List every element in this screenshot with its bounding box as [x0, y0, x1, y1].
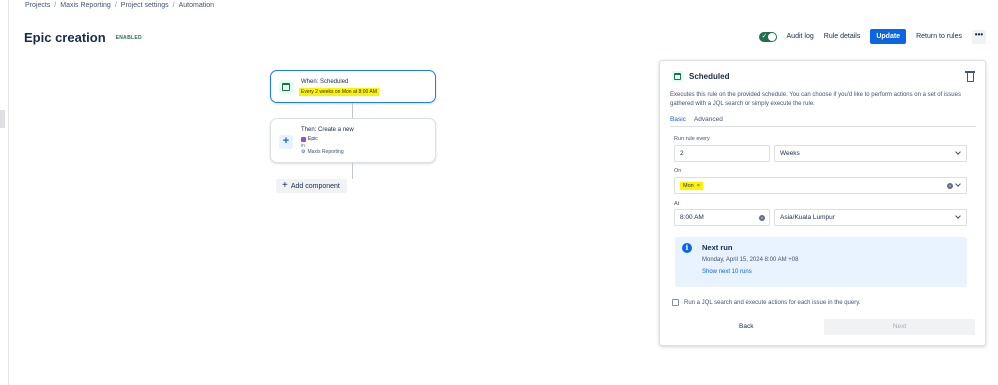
trigger-title: When: Scheduled	[301, 79, 349, 85]
next-run-title: Next run	[702, 243, 733, 252]
action-node[interactable]: + Then: Create a new Epic in ⚙ Maxis Repo…	[270, 118, 436, 163]
issue-type: Epic	[301, 136, 318, 142]
trigger-detail: Every 2 weeks on Mon at 8:00 AM	[299, 88, 379, 96]
on-label: On	[674, 168, 682, 174]
calendar-icon	[672, 71, 683, 82]
breadcrumb-automation[interactable]: Automation	[179, 2, 214, 9]
schedule-panel: Scheduled Executes this rule on the prov…	[659, 60, 986, 346]
jql-checkbox[interactable]	[672, 299, 679, 306]
at-label: At	[674, 201, 680, 207]
breadcrumb: Projects / Maxis Reporting / Project setti…	[25, 2, 215, 9]
title-row: Epic creation ENABLED	[24, 30, 144, 45]
connector-line	[352, 103, 353, 118]
jql-checkbox-label: Run a JQL search and execute actions for…	[684, 299, 861, 306]
left-sidebar-edge	[0, 0, 9, 385]
interval-unit-select[interactable]: Weeks	[774, 145, 967, 162]
run-rule-every-label: Run rule every	[674, 136, 710, 142]
tab-divider	[670, 126, 976, 127]
selected-day-tag[interactable]: Mon ×	[680, 181, 703, 190]
chevron-down-icon	[955, 149, 961, 155]
show-next-runs-link[interactable]: Show next 10 runs	[702, 269, 752, 275]
project-icon: ⚙	[301, 149, 306, 155]
top-actions: ✓ Audit log Rule details Update Return t…	[758, 29, 986, 44]
next-run-date: Monday, April 15, 2024 8:00 AM +08	[702, 257, 799, 263]
interval-input[interactable]: 2	[674, 145, 770, 162]
trash-icon[interactable]	[965, 70, 975, 82]
plus-icon: +	[282, 180, 288, 191]
page-title: Epic creation	[24, 30, 106, 45]
jql-search-option: Run a JQL search and execute actions for…	[672, 299, 860, 306]
chevron-down-icon	[955, 213, 961, 219]
back-button[interactable]: Back	[739, 323, 753, 330]
sidebar-marker	[0, 110, 5, 128]
check-icon: ✓	[761, 32, 768, 40]
add-component-button[interactable]: + Add component	[276, 179, 347, 193]
chevron-down-icon	[955, 181, 961, 187]
breadcrumb-projects[interactable]: Projects	[25, 2, 50, 9]
action-title: Then: Create a new	[301, 127, 354, 133]
more-options-button[interactable]: •••	[972, 29, 986, 44]
breadcrumb-project-settings[interactable]: Project settings	[121, 2, 169, 9]
rule-details-button[interactable]: Rule details	[824, 33, 861, 40]
trigger-node[interactable]: When: Scheduled Every 2 weeks on Mon at …	[270, 70, 436, 103]
connector-line	[352, 163, 353, 179]
epic-icon	[301, 136, 306, 142]
panel-description: Executes this rule on the provided sched…	[670, 92, 961, 107]
add-component-label: Add component	[290, 182, 340, 190]
next-button[interactable]: Next	[824, 319, 975, 335]
enabled-toggle[interactable]: ✓	[758, 31, 777, 42]
status-badge: ENABLED	[115, 34, 142, 41]
clear-icon[interactable]: ×	[759, 215, 765, 221]
return-to-rules-button[interactable]: Return to rules	[916, 33, 962, 40]
plus-icon: +	[279, 135, 293, 149]
panel-header: Scheduled	[672, 71, 729, 82]
calendar-icon	[279, 80, 293, 94]
close-icon[interactable]: ×	[697, 183, 700, 189]
clear-icon[interactable]: ×	[947, 183, 953, 189]
day-select[interactable]: Mon × ×	[674, 177, 967, 194]
update-button[interactable]: Update	[870, 29, 907, 44]
info-icon: i	[682, 243, 692, 253]
audit-log-button[interactable]: Audit log	[787, 33, 814, 40]
project-label: ⚙ Maxis Reporting	[301, 149, 344, 155]
next-run-box: i Next run Monday, April 15, 2024 8:00 A…	[675, 237, 967, 287]
time-input[interactable]: 8:00 AM ×	[674, 209, 770, 226]
timezone-select[interactable]: Asia/Kuala Lumpur	[774, 209, 967, 226]
breadcrumb-project[interactable]: Maxis Reporting	[60, 2, 111, 9]
panel-title: Scheduled	[689, 72, 730, 81]
